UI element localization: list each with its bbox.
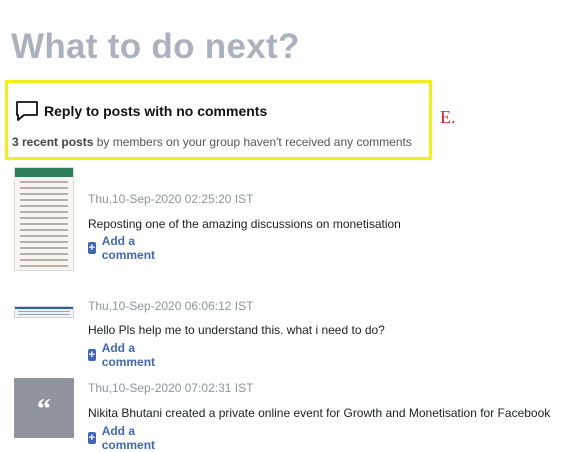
post-thumbnail[interactable] — [14, 167, 74, 271]
post-thumbnail[interactable] — [14, 306, 74, 318]
post-timestamp: Thu,10-Sep-2020 06:06:12 IST — [88, 299, 254, 313]
page-title: What to do next? — [11, 27, 300, 66]
annotation-label: E. — [440, 107, 456, 127]
post-text: Hello Pls help me to understand this. wh… — [88, 323, 385, 337]
plus-icon: + — [88, 349, 96, 361]
add-comment-label: Add a comment — [101, 234, 156, 262]
post-timestamp: Thu,10-Sep-2020 07:02:31 IST — [88, 381, 254, 395]
post-text: Reposting one of the amazing discussions… — [88, 217, 401, 231]
suggestion-description: 3 recent posts by members on your group … — [12, 135, 412, 149]
suggestion-description-text: by members on your group haven't receive… — [93, 135, 412, 149]
recent-posts-count: 3 recent posts — [12, 135, 94, 149]
add-comment-button[interactable]: + Add a comment — [88, 234, 159, 262]
comment-icon — [15, 100, 39, 122]
add-comment-button[interactable]: + Add a comment — [88, 341, 159, 369]
plus-icon: + — [88, 242, 96, 254]
quote-icon[interactable]: “ — [14, 378, 74, 438]
post-text: Nikita Bhutani created a private online … — [88, 406, 551, 420]
suggestion-card[interactable]: Reply to posts with no comments 3 recent… — [5, 80, 432, 160]
add-comment-label: Add a comment — [101, 341, 156, 369]
plus-icon: + — [88, 432, 96, 444]
post-timestamp: Thu,10-Sep-2020 02:25:20 IST — [88, 192, 254, 206]
suggestion-title: Reply to posts with no comments — [44, 103, 268, 119]
